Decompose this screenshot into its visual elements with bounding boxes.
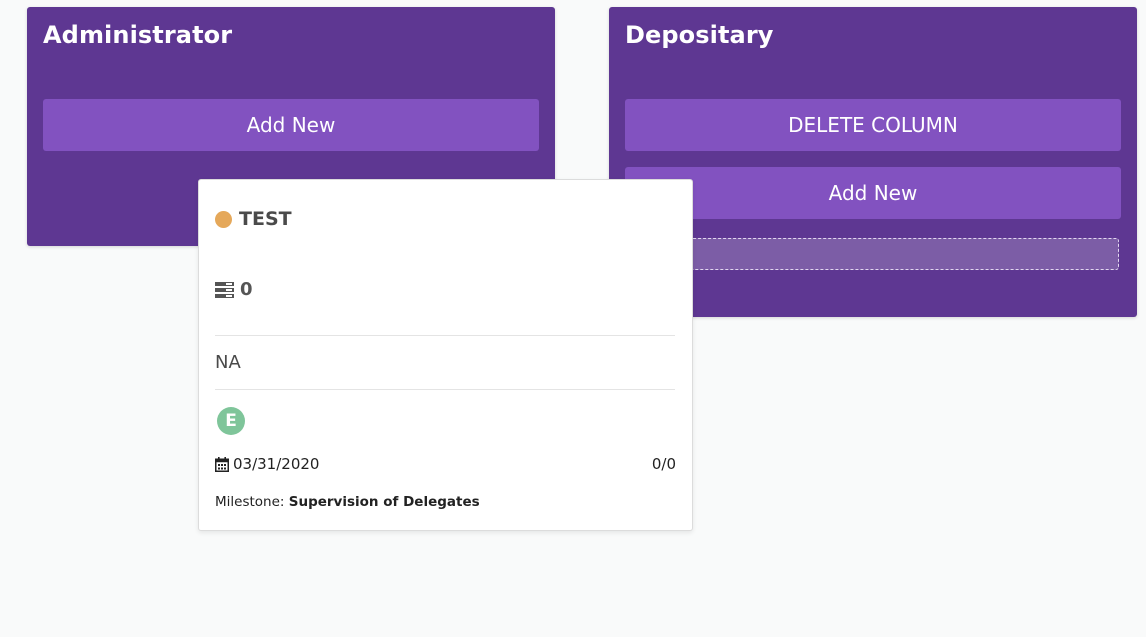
stack-icon — [215, 281, 234, 298]
milestone-value: Supervision of Delegates — [288, 494, 480, 510]
assignee-avatar[interactable]: E — [217, 407, 245, 435]
card-count: 0 — [215, 279, 253, 300]
divider — [215, 335, 675, 336]
due-date: 03/31/2020 — [215, 455, 319, 473]
task-card[interactable]: TEST 0 NA E 03/31/2020 0/0 Milestone: Su… — [198, 179, 693, 531]
column-title: Administrator — [43, 21, 233, 49]
divider — [215, 389, 675, 390]
card-description: NA — [215, 352, 241, 373]
due-date-text: 03/31/2020 — [233, 455, 320, 473]
add-new-button[interactable]: Add New — [625, 167, 1121, 219]
milestone: Milestone: Supervision of Delegates — [215, 494, 480, 510]
status-dot — [215, 210, 232, 228]
milestone-label: Milestone: — [215, 494, 285, 510]
progress-count: 0/0 — [651, 455, 676, 473]
card-header: TEST — [215, 208, 292, 230]
subtask-count: 0 — [240, 279, 253, 300]
delete-column-button[interactable]: DELETE COLUMN — [625, 99, 1121, 151]
card-title: TEST — [239, 208, 292, 230]
card-drop-zone[interactable] — [625, 238, 1119, 270]
add-new-button[interactable]: Add New — [43, 99, 539, 151]
kanban-board: Administrator Add New Depositary DELETE … — [0, 0, 1146, 637]
calendar-icon — [215, 456, 229, 472]
column-title: Depositary — [625, 21, 774, 49]
